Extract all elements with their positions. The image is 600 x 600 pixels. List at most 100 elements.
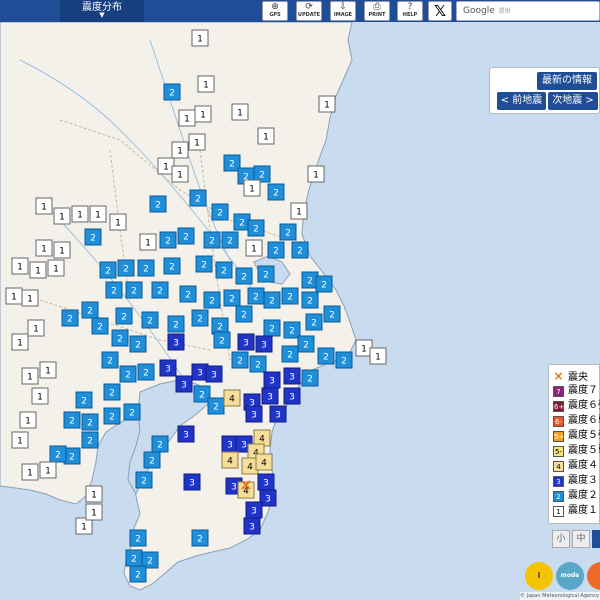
station-intensity-2[interactable]: 2 <box>129 335 147 353</box>
station-intensity-1[interactable]: 1 <box>139 233 157 251</box>
tab-intensity-distribution[interactable]: 震度分布 ▼ <box>60 0 144 22</box>
station-intensity-2[interactable]: 2 <box>305 313 323 331</box>
station-intensity-2[interactable]: 2 <box>263 291 281 309</box>
station-intensity-1[interactable]: 1 <box>53 241 71 259</box>
station-intensity-2[interactable]: 2 <box>117 259 135 277</box>
station-intensity-2[interactable]: 2 <box>84 228 102 246</box>
station-intensity-2[interactable]: 2 <box>263 319 281 337</box>
station-intensity-2[interactable]: 2 <box>235 305 253 323</box>
station-intensity-1[interactable]: 1 <box>27 319 45 337</box>
station-intensity-1[interactable]: 1 <box>85 485 103 503</box>
station-intensity-2[interactable]: 2 <box>167 315 185 333</box>
station-intensity-1[interactable]: 1 <box>71 205 89 223</box>
google-search-box[interactable]: Google 提供 <box>456 1 600 21</box>
station-intensity-1[interactable]: 1 <box>307 165 325 183</box>
station-intensity-2[interactable]: 2 <box>125 281 143 299</box>
station-intensity-2[interactable]: 2 <box>257 265 275 283</box>
station-intensity-2[interactable]: 2 <box>281 345 299 363</box>
zoom-large-button[interactable] <box>592 530 600 548</box>
station-intensity-2[interactable]: 2 <box>141 311 159 329</box>
station-intensity-1[interactable]: 1 <box>369 347 387 365</box>
station-intensity-2[interactable]: 2 <box>159 231 177 249</box>
station-intensity-2[interactable]: 2 <box>221 231 239 249</box>
station-intensity-1[interactable]: 1 <box>171 165 189 183</box>
station-intensity-2[interactable]: 2 <box>63 411 81 429</box>
station-intensity-3[interactable]: 3 <box>243 517 261 535</box>
station-intensity-2[interactable]: 2 <box>301 369 319 387</box>
station-intensity-2[interactable]: 2 <box>315 275 333 293</box>
station-intensity-2[interactable]: 2 <box>129 565 147 583</box>
station-intensity-2[interactable]: 2 <box>111 329 129 347</box>
station-intensity-2[interactable]: 2 <box>291 241 309 259</box>
station-intensity-2[interactable]: 2 <box>151 435 169 453</box>
station-intensity-1[interactable]: 1 <box>191 29 209 47</box>
station-intensity-3[interactable]: 3 <box>159 359 177 377</box>
station-intensity-2[interactable]: 2 <box>267 183 285 201</box>
station-intensity-4[interactable]: 4 <box>223 389 241 407</box>
station-intensity-2[interactable]: 2 <box>103 407 121 425</box>
station-intensity-1[interactable]: 1 <box>11 257 29 275</box>
info-icon[interactable]: i <box>525 562 553 590</box>
station-intensity-2[interactable]: 2 <box>235 267 253 285</box>
station-intensity-3[interactable]: 3 <box>261 387 279 405</box>
station-intensity-2[interactable]: 2 <box>323 305 341 323</box>
station-intensity-2[interactable]: 2 <box>163 83 181 101</box>
station-intensity-1[interactable]: 1 <box>197 75 215 93</box>
station-intensity-2[interactable]: 2 <box>213 331 231 349</box>
station-intensity-1[interactable]: 1 <box>31 387 49 405</box>
station-intensity-2[interactable]: 2 <box>137 363 155 381</box>
station-intensity-2[interactable]: 2 <box>281 287 299 305</box>
station-intensity-1[interactable]: 1 <box>318 95 336 113</box>
station-intensity-2[interactable]: 2 <box>129 529 147 547</box>
zoom-small-button[interactable]: 小 <box>552 530 570 548</box>
zoom-medium-button[interactable]: 中 <box>572 530 590 548</box>
station-intensity-2[interactable]: 2 <box>203 231 221 249</box>
station-intensity-2[interactable]: 2 <box>267 241 285 259</box>
station-intensity-2[interactable]: 2 <box>247 287 265 305</box>
station-intensity-1[interactable]: 1 <box>85 503 103 521</box>
station-intensity-1[interactable]: 1 <box>109 213 127 231</box>
update-button[interactable]: ⟳ UPDATE <box>296 1 322 21</box>
station-intensity-1[interactable]: 1 <box>194 105 212 123</box>
station-intensity-3[interactable]: 3 <box>255 335 273 353</box>
station-intensity-2[interactable]: 2 <box>115 307 133 325</box>
station-intensity-1[interactable]: 1 <box>39 461 57 479</box>
station-intensity-2[interactable]: 2 <box>249 355 267 373</box>
station-intensity-1[interactable]: 1 <box>21 289 39 307</box>
station-intensity-2[interactable]: 2 <box>189 189 207 207</box>
station-intensity-2[interactable]: 2 <box>91 317 109 335</box>
station-intensity-2[interactable]: 2 <box>101 351 119 369</box>
station-intensity-3[interactable]: 3 <box>245 405 263 423</box>
station-intensity-2[interactable]: 2 <box>81 413 99 431</box>
station-intensity-1[interactable]: 1 <box>290 202 308 220</box>
station-intensity-4[interactable]: 4 <box>221 451 239 469</box>
station-intensity-1[interactable]: 1 <box>35 239 53 257</box>
help-button[interactable]: ? HELP <box>397 1 423 21</box>
station-intensity-2[interactable]: 2 <box>191 309 209 327</box>
station-intensity-2[interactable]: 2 <box>317 347 335 365</box>
station-intensity-2[interactable]: 2 <box>105 281 123 299</box>
station-intensity-2[interactable]: 2 <box>137 259 155 277</box>
station-intensity-1[interactable]: 1 <box>89 205 107 223</box>
station-intensity-2[interactable]: 2 <box>247 219 265 237</box>
station-intensity-2[interactable]: 2 <box>143 451 161 469</box>
station-intensity-3[interactable]: 3 <box>177 425 195 443</box>
print-button[interactable]: ⎙ PRINT <box>364 1 390 21</box>
gps-button[interactable]: ⊕ GPS <box>262 1 288 21</box>
station-intensity-1[interactable]: 1 <box>11 431 29 449</box>
station-intensity-1[interactable]: 1 <box>231 103 249 121</box>
previous-quake-button[interactable]: < 前地震 <box>497 92 546 110</box>
station-intensity-2[interactable]: 2 <box>125 549 143 567</box>
station-intensity-2[interactable]: 2 <box>207 397 225 415</box>
station-intensity-2[interactable]: 2 <box>301 291 319 309</box>
station-intensity-2[interactable]: 2 <box>123 403 141 421</box>
station-intensity-2[interactable]: 2 <box>61 309 79 327</box>
station-intensity-2[interactable]: 2 <box>163 257 181 275</box>
station-intensity-2[interactable]: 2 <box>195 255 213 273</box>
station-intensity-1[interactable]: 1 <box>245 239 263 257</box>
station-intensity-1[interactable]: 1 <box>5 287 23 305</box>
station-intensity-2[interactable]: 2 <box>215 261 233 279</box>
station-intensity-1[interactable]: 1 <box>21 367 39 385</box>
station-intensity-1[interactable]: 1 <box>19 411 37 429</box>
station-intensity-2[interactable]: 2 <box>223 289 241 307</box>
